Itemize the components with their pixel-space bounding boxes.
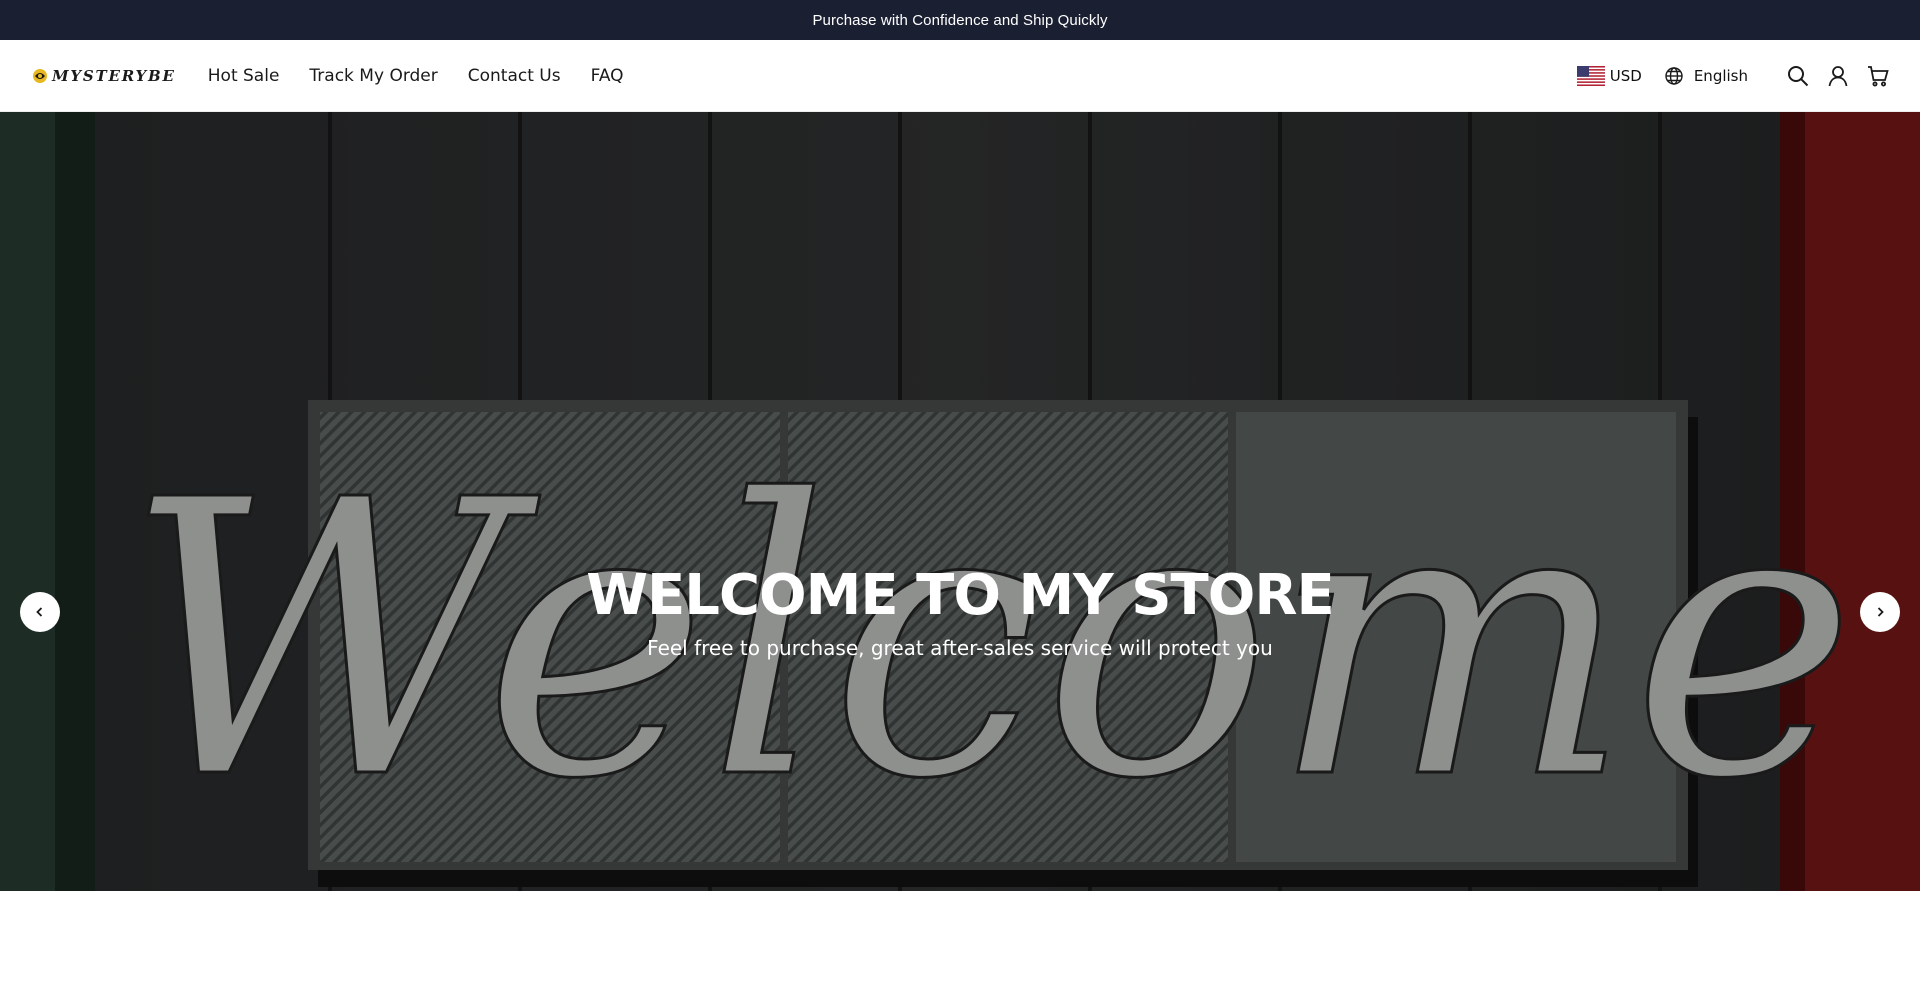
hero-overlay [0, 112, 1920, 891]
logo-mark-icon [33, 68, 47, 83]
nav-faq[interactable]: FAQ [591, 66, 624, 86]
language-label: English [1693, 66, 1748, 85]
site-header: MYSTERYBE Hot Sale Track My Order Contac… [0, 40, 1920, 112]
logo-text: MYSTERYBE [52, 66, 176, 85]
main-nav: Hot Sale Track My Order Contact Us FAQ [208, 66, 624, 86]
logo[interactable]: MYSTERYBE [32, 67, 176, 85]
hero-title: WELCOME TO MY STORE [586, 563, 1334, 628]
slider-prev-button[interactable] [20, 592, 60, 632]
globe-icon [1665, 66, 1683, 85]
announcement-bar: Purchase with Confidence and Ship Quickl… [0, 0, 1920, 40]
slider-next-button[interactable] [1860, 592, 1900, 632]
currency-selector[interactable]: USD [1576, 65, 1642, 86]
content-below-hero [0, 891, 1920, 993]
account-button[interactable] [1826, 64, 1850, 88]
account-icon [1828, 65, 1848, 86]
nav-track-my-order[interactable]: Track My Order [309, 66, 437, 86]
language-selector[interactable]: English [1664, 66, 1748, 86]
chevron-left-icon [36, 607, 43, 617]
announcement-text: Purchase with Confidence and Ship Quickl… [812, 11, 1108, 29]
search-icon [1788, 65, 1809, 86]
cart-button[interactable] [1866, 64, 1890, 88]
nav-contact-us[interactable]: Contact Us [468, 66, 561, 86]
hero-text-block: WELCOME TO MY STORE Feel free to purchas… [0, 563, 1920, 661]
header-actions: USD English [1576, 64, 1890, 88]
currency-label: USD [1609, 66, 1642, 85]
chevron-right-icon [1877, 607, 1884, 617]
us-flag-icon [1576, 65, 1605, 86]
nav-hot-sale[interactable]: Hot Sale [208, 66, 280, 86]
hero-subtitle: Feel free to purchase, great after-sales… [647, 636, 1273, 660]
search-button[interactable] [1786, 64, 1810, 88]
hero-banner: Welcome WELCOME TO MY STORE Feel free to… [0, 112, 1920, 891]
cart-icon [1868, 65, 1889, 86]
